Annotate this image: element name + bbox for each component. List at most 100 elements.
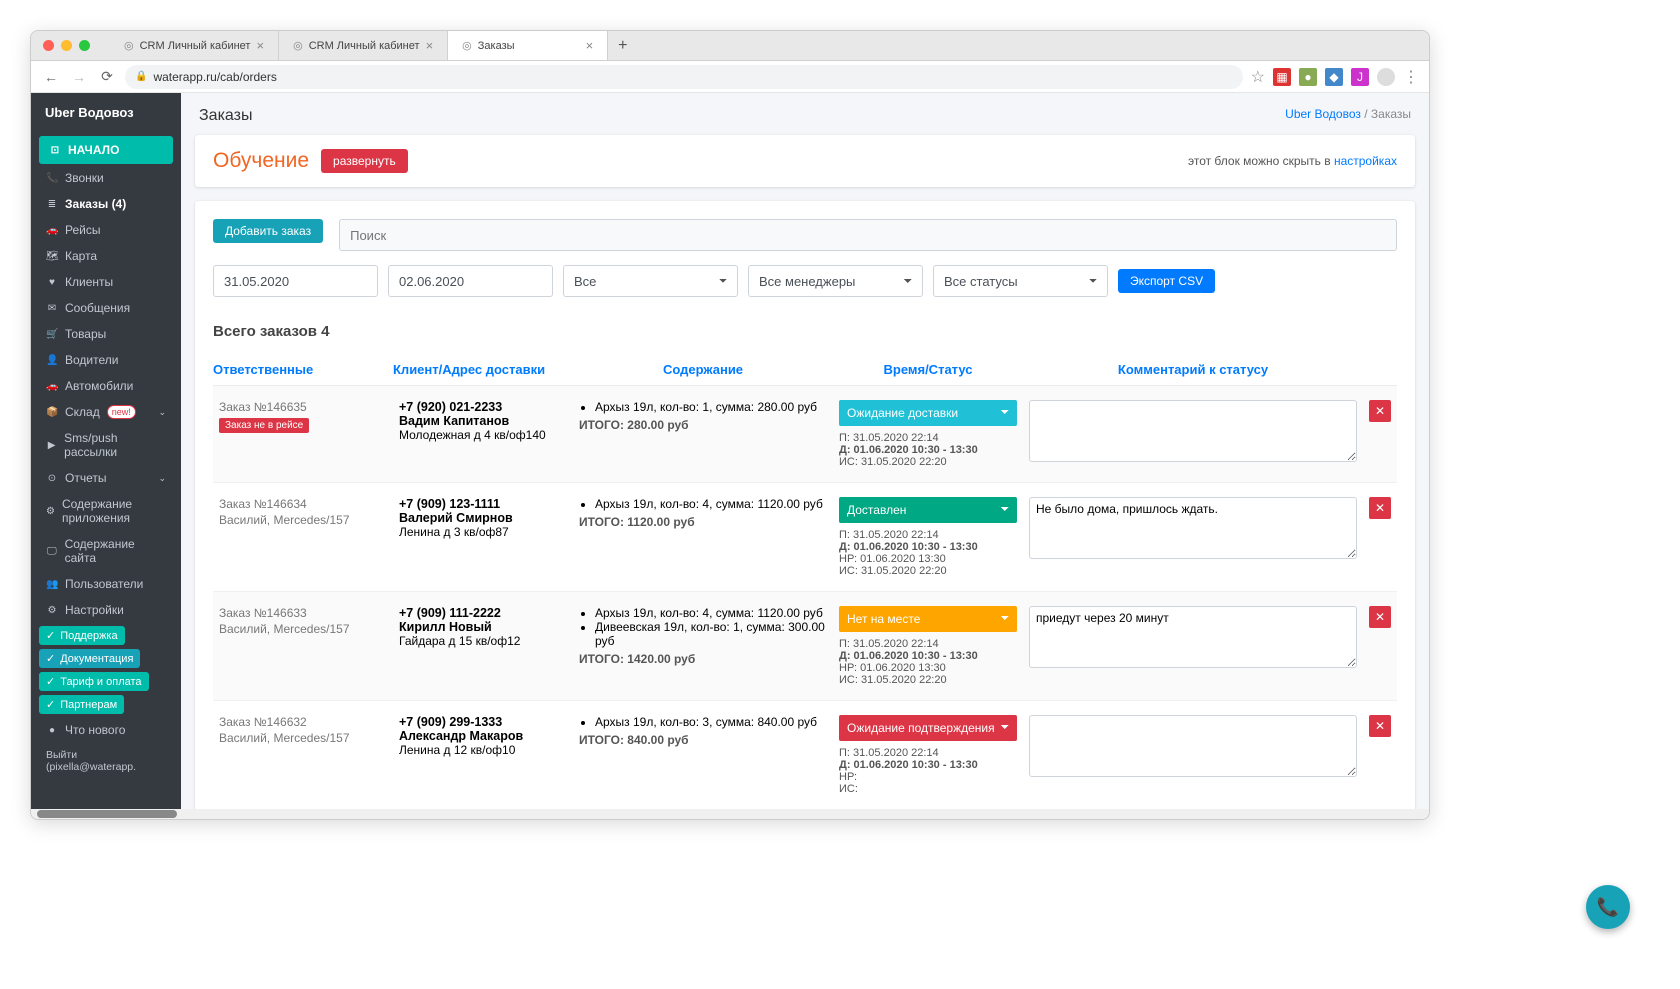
sidebar-item-15[interactable]: ⚙Настройки <box>39 598 173 622</box>
expand-training-button[interactable]: развернуть <box>321 149 408 173</box>
delete-order-button[interactable]: ✕ <box>1369 497 1391 519</box>
back-button[interactable]: ← <box>41 69 61 85</box>
new-tab-button[interactable]: + <box>608 31 637 60</box>
sidebar-icon: 👤 <box>46 355 58 366</box>
extension-icon[interactable]: ● <box>1299 68 1317 86</box>
sidebar-item-10[interactable]: ▶Sms/push рассылки <box>39 426 173 464</box>
horizontal-scrollbar[interactable] <box>31 809 1429 819</box>
sidebar-item-11[interactable]: ⊙Отчеты⌄ <box>39 466 173 490</box>
status-select[interactable]: Доставлен <box>839 497 1017 523</box>
maximize-window-icon[interactable] <box>79 40 90 51</box>
order-row: Заказ №146634 Василий, Mercedes/157 +7 (… <box>213 483 1397 592</box>
close-icon: ✕ <box>1375 610 1385 624</box>
order-item: Архыз 19л, кол-во: 4, сумма: 1120.00 руб <box>595 497 827 511</box>
sidebar-label: Сообщения <box>65 301 130 315</box>
sidebar-label: Пользователи <box>65 577 143 591</box>
driver-info: Василий, Mercedes/157 <box>219 731 387 745</box>
sidebar-item-3[interactable]: 🗺Карта <box>39 244 173 268</box>
sidebar: Uber Водовоз ⊡НАЧАЛО 📞Звонки≣Заказы (4)🚗… <box>31 93 181 809</box>
delete-order-button[interactable]: ✕ <box>1369 400 1391 422</box>
sidebar-item-1[interactable]: ≣Заказы (4) <box>39 192 173 216</box>
status-select[interactable]: Ожидание подтверждения <box>839 715 1017 741</box>
info-icon: ● <box>46 725 58 736</box>
filter-managers-select[interactable]: Все менеджеры <box>748 265 923 297</box>
sidebar-logout[interactable]: Выйти (pixella@waterapp. <box>39 744 173 778</box>
add-order-button[interactable]: Добавить заказ <box>213 219 323 243</box>
browser-tab-2[interactable]: ◎Заказы× <box>448 31 608 60</box>
sidebar-item-4[interactable]: ♥Клиенты <box>39 270 173 294</box>
date-from-input[interactable] <box>213 265 378 297</box>
sidebar-badge-2[interactable]: ✓Тариф и оплата <box>39 672 149 691</box>
browser-tab-1[interactable]: ◎CRM Личный кабинет× <box>279 31 448 60</box>
filter-all-select[interactable]: Все <box>563 265 738 297</box>
url-input[interactable]: 🔒 waterapp.ru/cab/orders <box>125 65 1243 89</box>
sidebar-badge-1[interactable]: ✓Документация <box>39 649 140 668</box>
sidebar-item-9[interactable]: 📦Складnew!⌄ <box>39 400 173 424</box>
menu-icon[interactable]: ⋮ <box>1403 67 1419 87</box>
sidebar-item-14[interactable]: 👥 Пользователи <box>39 572 173 596</box>
sidebar-whatsnew[interactable]: ●Что нового <box>39 718 173 742</box>
extension-icon[interactable]: J <box>1351 68 1369 86</box>
sidebar-badge-3[interactable]: ✓Партнерам <box>39 695 124 714</box>
sidebar-item-5[interactable]: ✉ Сообщения <box>39 296 173 320</box>
order-times: П: 31.05.2020 22:14Д: 01.06.2020 10:30 -… <box>839 529 1017 577</box>
training-title: Обучение <box>213 149 309 173</box>
sidebar-icon: ✉ <box>46 303 58 314</box>
delete-order-button[interactable]: ✕ <box>1369 715 1391 737</box>
delete-order-button[interactable]: ✕ <box>1369 606 1391 628</box>
order-number[interactable]: Заказ №146633 <box>219 606 387 620</box>
minimize-window-icon[interactable] <box>61 40 72 51</box>
sidebar-icon: ≣ <box>46 199 58 210</box>
globe-icon: ◎ <box>462 39 472 52</box>
close-window-icon[interactable] <box>43 40 54 51</box>
sidebar-item-0[interactable]: 📞Звонки <box>39 166 173 190</box>
sidebar-item-8[interactable]: 🚗Автомобили <box>39 374 173 398</box>
export-csv-button[interactable]: Экспорт CSV <box>1118 269 1215 293</box>
driver-info: Василий, Mercedes/157 <box>219 622 387 636</box>
comment-input[interactable] <box>1029 400 1357 462</box>
sidebar-item-12[interactable]: ⚙Содержание приложения <box>39 492 173 530</box>
sidebar-item-2[interactable]: 🚗Рейсы <box>39 218 173 242</box>
search-input[interactable] <box>339 219 1397 251</box>
extension-icon[interactable]: ▦ <box>1273 68 1291 86</box>
sidebar-item-7[interactable]: 👤Водители <box>39 348 173 372</box>
sidebar-icon: 👥 <box>46 579 58 590</box>
comment-input[interactable] <box>1029 715 1357 777</box>
order-number[interactable]: Заказ №146635 <box>219 400 387 414</box>
chevron-down-icon: ⌄ <box>158 407 166 418</box>
col-responsible: Ответственные <box>213 362 393 377</box>
call-fab[interactable]: 📞 <box>1586 885 1630 929</box>
filter-statuses-select[interactable]: Все статусы <box>933 265 1108 297</box>
close-icon[interactable]: × <box>256 38 264 53</box>
reload-button[interactable]: ⟳ <box>97 68 117 85</box>
status-select[interactable]: Нет на месте <box>839 606 1017 632</box>
client-name: Валерий Смирнов <box>399 511 567 525</box>
star-icon[interactable]: ☆ <box>1251 67 1265 87</box>
comment-input[interactable]: Не было дома, пришлось ждать. <box>1029 497 1357 559</box>
browser-tab-0[interactable]: ◎CRM Личный кабинет× <box>110 31 279 60</box>
sidebar-home[interactable]: ⊡НАЧАЛО <box>39 136 173 164</box>
client-phone: +7 (909) 123-1111 <box>399 497 567 511</box>
close-icon[interactable]: × <box>586 38 594 53</box>
order-item: Архыз 19л, кол-во: 1, сумма: 280.00 руб <box>595 400 827 414</box>
url-text: waterapp.ru/cab/orders <box>153 70 276 84</box>
order-item: Архыз 19л, кол-во: 4, сумма: 1120.00 руб <box>595 606 827 620</box>
sidebar-item-6[interactable]: 🛒Товары <box>39 322 173 346</box>
client-phone: +7 (909) 299-1333 <box>399 715 567 729</box>
date-to-input[interactable] <box>388 265 553 297</box>
order-number[interactable]: Заказ №146634 <box>219 497 387 511</box>
breadcrumb-root[interactable]: Uber Водовоз <box>1285 107 1361 121</box>
comment-input[interactable]: приедут через 20 минут <box>1029 606 1357 668</box>
sidebar-badge-0[interactable]: ✓Поддержка <box>39 626 125 645</box>
order-number[interactable]: Заказ №146632 <box>219 715 387 729</box>
sidebar-item-13[interactable]: 🖵Содержание сайта <box>39 532 173 570</box>
extension-icon[interactable]: ◆ <box>1325 68 1343 86</box>
settings-link[interactable]: настройках <box>1334 154 1397 168</box>
breadcrumb-current: Заказы <box>1371 107 1411 121</box>
status-select[interactable]: Ожидание доставки <box>839 400 1017 426</box>
sidebar-icon: ⚙ <box>46 605 58 616</box>
sidebar-icon: 🖵 <box>46 546 58 557</box>
profile-icon[interactable] <box>1377 68 1395 86</box>
forward-button[interactable]: → <box>69 69 89 85</box>
close-icon[interactable]: × <box>426 38 434 53</box>
